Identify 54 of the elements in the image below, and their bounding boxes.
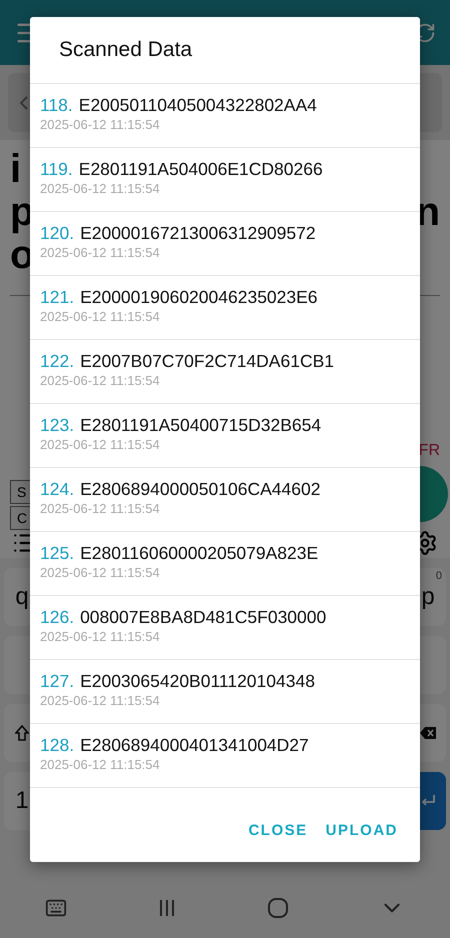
scan-item[interactable]: 122. E2007B07C70F2C714DA61CB1 2025-06-12 11:15:54 bbox=[30, 340, 420, 404]
tag-code: E2806894000050106CA44602 bbox=[80, 478, 320, 500]
home-icon[interactable] bbox=[267, 897, 289, 919]
back-icon bbox=[20, 96, 28, 110]
status-text: FR bbox=[418, 442, 440, 460]
keyboard-icon[interactable] bbox=[45, 897, 67, 919]
scan-item[interactable]: 127. E2003065420B011120104348 2025-06-12 11:15:54 bbox=[30, 660, 420, 724]
tag-code: E280116060000205079A823E bbox=[80, 542, 318, 564]
scan-time: 2025-06-12 11:15:54 bbox=[40, 372, 161, 390]
scan-time: 2025-06-12 11:15:54 bbox=[40, 244, 161, 262]
scan-time: 2025-06-12 11:15:54 bbox=[40, 628, 161, 646]
scan-item[interactable]: 119. E2801191A504006E1CD80266 2025-06-12 11:15:54 bbox=[30, 148, 420, 212]
scan-time: 2025-06-12 11:15:54 bbox=[40, 692, 161, 710]
tag-code: 008007E8BA8D481C5F030000 bbox=[80, 606, 326, 628]
recent-apps-icon[interactable] bbox=[157, 898, 177, 918]
item-number: 124. bbox=[40, 478, 74, 500]
item-number: 122. bbox=[40, 350, 74, 372]
dialog-title: Scanned Data bbox=[30, 17, 420, 84]
heading-text: i bbox=[10, 148, 22, 191]
item-number: 128. bbox=[40, 734, 74, 756]
shift-icon bbox=[15, 725, 29, 741]
item-number: 126. bbox=[40, 606, 74, 628]
tag-code: E20050110405004322802AA4 bbox=[78, 94, 317, 116]
tag-code: E2007B07C70F2C714DA61CB1 bbox=[80, 350, 334, 372]
tag-code: E20000167213006312909572 bbox=[80, 222, 316, 244]
item-number: 123. bbox=[40, 414, 74, 436]
tag-code: E200001906020046235023E6 bbox=[80, 286, 318, 308]
scan-time: 2025-06-12 11:15:54 bbox=[40, 436, 161, 454]
tag-code: E2003065420B011120104348 bbox=[80, 670, 315, 692]
item-number: 121. bbox=[40, 286, 74, 308]
item-number: 127. bbox=[40, 670, 74, 692]
tag-code: E2801191A504006E1CD80266 bbox=[78, 158, 323, 180]
scan-item[interactable]: 118. E20050110405004322802AA4 2025-06-12 11:15:54 bbox=[30, 84, 420, 148]
key-hint: 0 bbox=[436, 570, 442, 582]
item-number: 119. bbox=[40, 158, 73, 180]
scan-item[interactable]: 125. E280116060000205079A823E 2025-06-12 11:15:54 bbox=[30, 532, 420, 596]
scan-time: 2025-06-12 11:15:54 bbox=[40, 180, 161, 198]
tag-code: E2801191A50400715D32B654 bbox=[80, 414, 322, 436]
enter-icon bbox=[421, 795, 435, 807]
scan-item[interactable]: 123. E2801191A50400715D32B654 2025-06-12 11:15:54 bbox=[30, 404, 420, 468]
scan-item[interactable]: 128. E2806894000401341004D27 2025-06-12 11:15:54 bbox=[30, 724, 420, 788]
scan-time: 2025-06-12 11:15:54 bbox=[40, 756, 161, 774]
scan-time: 2025-06-12 11:15:54 bbox=[40, 500, 161, 518]
scan-item[interactable]: 121. E200001906020046235023E6 2025-06-12 11:15:54 bbox=[30, 276, 420, 340]
item-number: 118. bbox=[40, 94, 73, 116]
item-number: 125. bbox=[40, 542, 74, 564]
item-number: 120. bbox=[40, 222, 74, 244]
scan-time: 2025-06-12 11:15:54 bbox=[40, 308, 161, 326]
scan-item[interactable]: 120. E20000167213006312909572 2025-06-12 11:15:54 bbox=[30, 212, 420, 276]
tag-code: E2806894000401341004D27 bbox=[80, 734, 309, 756]
scan-item[interactable]: 126. 008007E8BA8D481C5F030000 2025-06-12 11:15:54 bbox=[30, 596, 420, 660]
scan-item[interactable]: 124. E2806894000050106CA44602 2025-06-12 11:15:54 bbox=[30, 468, 420, 532]
scan-time: 2025-06-12 11:15:54 bbox=[40, 116, 161, 134]
scan-time: 2025-06-12 11:15:54 bbox=[40, 564, 161, 582]
